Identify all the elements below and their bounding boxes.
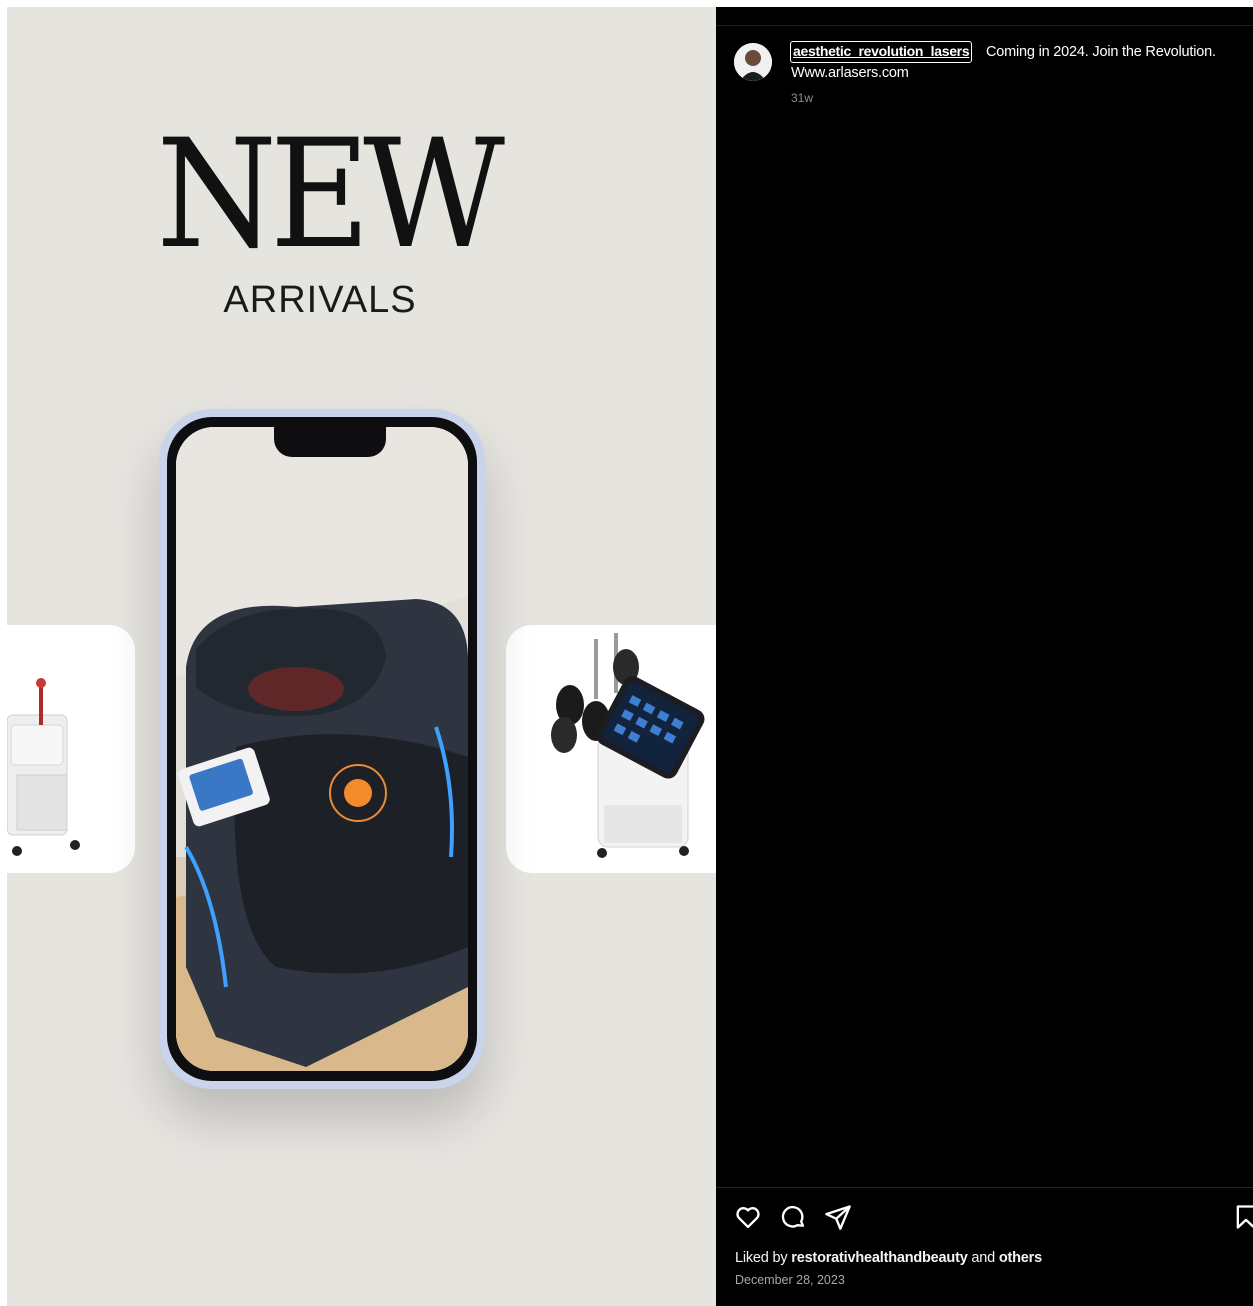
likes-summary: Liked by restorativhealthandbeauty and o… — [735, 1250, 1042, 1266]
panel-divider — [716, 25, 1253, 26]
post-time[interactable]: 31w — [791, 91, 813, 105]
laser-machine-image — [7, 678, 80, 856]
heart-icon[interactable] — [734, 1203, 762, 1231]
actions-divider — [716, 1187, 1253, 1188]
massage-chair-photo — [176, 427, 468, 1071]
headline-arrivals: ARRIVALS — [223, 279, 417, 321]
likes-connector: and — [971, 1250, 996, 1266]
post-details-panel: aesthetic_revolution_lasers Coming in 20… — [716, 7, 1253, 1306]
user-avatar[interactable] — [734, 43, 772, 81]
avatar-photo — [734, 43, 772, 81]
product-card-right — [506, 625, 716, 873]
likes-others-link[interactable]: others — [999, 1250, 1042, 1266]
headline-new: NEW — [156, 108, 505, 282]
username-link[interactable]: aesthetic_revolution_lasers — [790, 41, 973, 63]
post-date: December 28, 2023 — [735, 1273, 845, 1287]
phone-screen — [176, 427, 468, 1071]
post-media[interactable]: NEW ARRIVALS — [7, 7, 716, 1306]
share-icon[interactable] — [824, 1203, 852, 1231]
bookmark-icon[interactable] — [1232, 1203, 1253, 1231]
phone-notch — [274, 427, 386, 457]
liker-username[interactable]: restorativhealthandbeauty — [791, 1250, 968, 1266]
phone-mockup — [159, 409, 485, 1089]
caption-link[interactable]: Www.arlasers.com — [791, 63, 909, 83]
likes-prefix: Liked by — [735, 1250, 788, 1266]
product-card-left — [7, 625, 135, 873]
post-caption: Coming in 2024. Join the Revolution. — [986, 44, 1216, 60]
comment-icon[interactable] — [779, 1203, 807, 1231]
body-contouring-machine-image — [551, 633, 705, 858]
